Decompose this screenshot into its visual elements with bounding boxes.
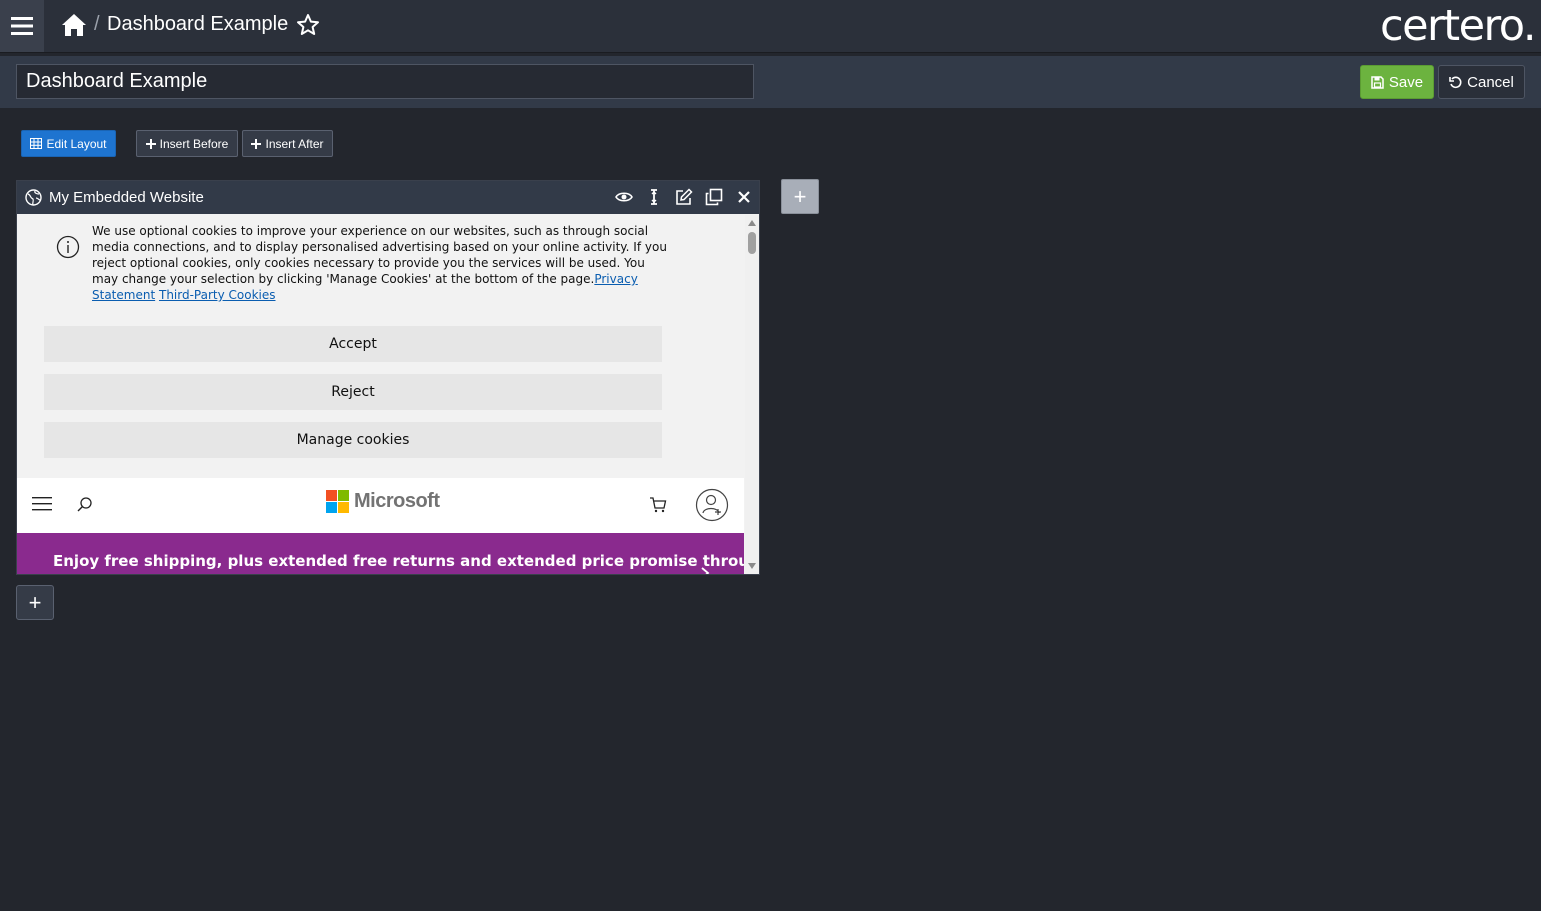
duplicate-icon[interactable] (705, 188, 723, 206)
microsoft-logo-text: Microsoft (354, 490, 440, 512)
menu-icon[interactable] (32, 497, 52, 511)
plus-icon (251, 138, 262, 149)
microsoft-logo-icon[interactable] (326, 490, 350, 514)
frame-scrollbar[interactable] (745, 215, 759, 574)
widget-title: My Embedded Website (49, 189, 204, 206)
reject-cookies-button[interactable]: Reject (44, 374, 662, 410)
menu-icon (11, 17, 33, 35)
cancel-button[interactable]: Cancel (1438, 65, 1525, 99)
chevron-right-icon[interactable] (699, 567, 711, 574)
edit-layout-button[interactable]: Edit Layout (21, 130, 116, 157)
add-row-button[interactable]: + (16, 585, 54, 620)
scroll-down-icon[interactable] (747, 562, 757, 570)
cookie-notice-body: We use optional cookies to improve your … (92, 224, 667, 286)
insert-before-button[interactable]: Insert Before (136, 130, 238, 157)
account-icon[interactable] (695, 488, 729, 522)
microsoft-nav-bar: Microsoft (17, 478, 744, 533)
breadcrumb-title: Dashboard Example (107, 13, 289, 35)
insert-after-button[interactable]: Insert After (242, 130, 333, 157)
insert-before-label: Insert Before (159, 136, 229, 151)
edit-layout-label: Edit Layout (46, 136, 107, 151)
embedded-website-widget: My Embedded Website We use optional cook… (16, 180, 760, 575)
menu-button[interactable] (0, 0, 44, 52)
save-button[interactable]: Save (1360, 65, 1434, 99)
breadcrumb-separator: / (94, 13, 100, 35)
insert-after-label: Insert After (265, 136, 324, 151)
promo-banner[interactable]: Enjoy free shipping, plus extended free … (17, 533, 744, 574)
globe-icon (25, 189, 42, 206)
plus-icon (145, 138, 156, 149)
grid-icon (30, 138, 43, 149)
cancel-label: Cancel (1467, 73, 1514, 91)
undo-icon (1449, 76, 1462, 88)
save-icon (1371, 75, 1384, 89)
search-icon[interactable] (76, 496, 94, 514)
promo-banner-text: Enjoy free shipping, plus extended free … (53, 552, 744, 570)
close-icon[interactable] (735, 188, 753, 206)
eye-icon[interactable] (615, 188, 633, 206)
edit-icon[interactable] (675, 188, 693, 206)
title-bar: Save Cancel (0, 56, 1541, 108)
info-icon (56, 235, 80, 259)
cookie-notice-text: We use optional cookies to improve your … (92, 223, 672, 303)
home-icon[interactable] (61, 13, 87, 37)
save-label: Save (1388, 73, 1424, 91)
dashboard-name-input[interactable] (16, 64, 754, 99)
add-column-button[interactable]: + (781, 179, 819, 214)
manage-cookies-button[interactable]: Manage cookies (44, 422, 662, 458)
brand-logo: certero. (1379, 1, 1537, 51)
embedded-frame: We use optional cookies to improve your … (17, 215, 744, 574)
cart-icon[interactable] (649, 496, 667, 514)
star-icon[interactable] (296, 13, 320, 37)
scroll-thumb[interactable] (748, 232, 756, 254)
widget-header: My Embedded Website (17, 181, 759, 214)
resize-icon[interactable] (645, 188, 663, 206)
accept-cookies-button[interactable]: Accept (44, 326, 662, 362)
top-bar: / Dashboard Example certero. (0, 0, 1541, 53)
scroll-up-icon[interactable] (747, 219, 757, 227)
third-party-cookies-link[interactable]: Third-Party Cookies (159, 288, 276, 302)
